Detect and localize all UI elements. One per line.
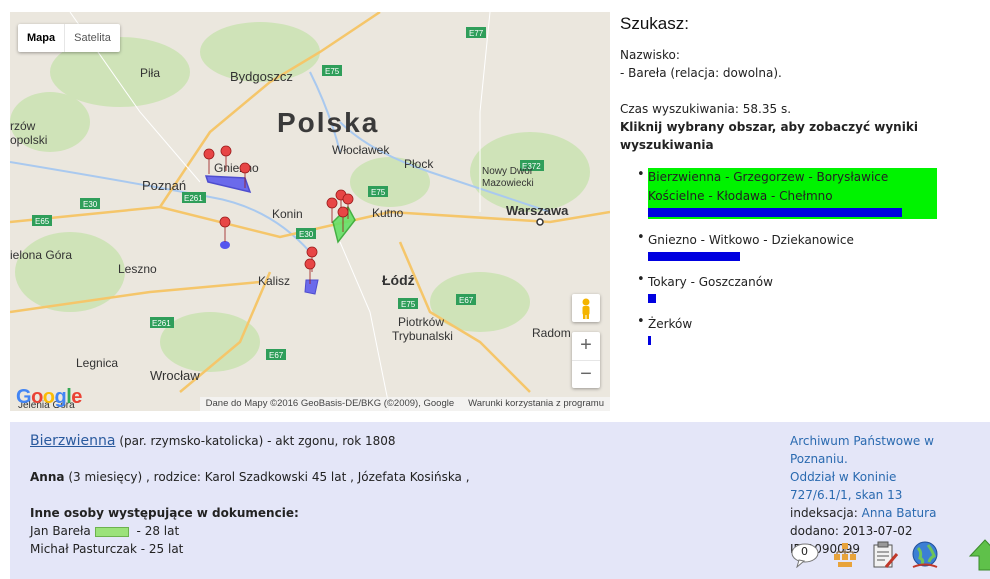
country-label: Polska bbox=[277, 107, 379, 138]
map-attribution: Dane do Mapy ©2016 GeoBasis-DE/BKG (©200… bbox=[199, 397, 610, 411]
indexing: indeksacja: Anna Batura bbox=[790, 504, 990, 522]
highlight-bar bbox=[94, 526, 129, 537]
comments-button[interactable]: 0 bbox=[790, 542, 820, 569]
google-logo: Google bbox=[16, 386, 82, 408]
result-item[interactable]: Bierzwienna - Grzegorzew - Borysławice K… bbox=[637, 167, 980, 219]
road-label-e67: E67 bbox=[459, 296, 474, 305]
search-panel: Szukasz: Nazwisko: - Bareła (relacja: do… bbox=[620, 14, 980, 357]
indexing-label: indeksacja: bbox=[790, 506, 858, 520]
city-label: Konin bbox=[272, 207, 303, 221]
record-description: (par. rzymsko-katolicka) - akt zgonu, ro… bbox=[119, 434, 396, 448]
record-person: Anna (3 miesięcy) , rodzice: Karol Szadk… bbox=[30, 468, 730, 486]
result-item[interactable]: Żerków bbox=[637, 314, 980, 345]
search-title: Szukasz: bbox=[620, 14, 689, 33]
result-label[interactable]: Bierzwienna - Grzegorzew - Borysławice K… bbox=[648, 168, 937, 206]
archive-branch[interactable]: Oddział w Koninie bbox=[790, 468, 990, 486]
city-label: Warszawa bbox=[506, 203, 569, 218]
city-label: Kalisz bbox=[258, 274, 290, 288]
city-label: Poznań bbox=[142, 178, 186, 193]
city-label: opolski bbox=[10, 133, 47, 147]
city-label: Radom bbox=[532, 326, 571, 340]
city-label: Piotrków bbox=[398, 315, 444, 329]
zoom-out-button[interactable]: − bbox=[572, 360, 600, 389]
road-label-e30: E30 bbox=[83, 200, 98, 209]
result-bar bbox=[648, 252, 740, 261]
city-label: Mazowiecki bbox=[482, 178, 534, 189]
comment-count: 0 bbox=[801, 545, 808, 558]
arrow-up-icon[interactable] bbox=[968, 538, 990, 572]
indexing-person-link[interactable]: Anna Batura bbox=[862, 506, 937, 520]
archive-name[interactable]: Archiwum Państwowe w Poznaniu. bbox=[790, 432, 990, 468]
result-bar bbox=[648, 294, 656, 303]
result-item[interactable]: Gniezno - Witkowo - Dziekanowice bbox=[637, 230, 980, 261]
city-label: Włocławek bbox=[332, 143, 390, 157]
zoom-in-button[interactable]: + bbox=[572, 332, 600, 360]
record-card: Bierzwienna (par. rzymsko-katolicka) - a… bbox=[10, 422, 990, 579]
road-label-e75: E75 bbox=[401, 300, 416, 309]
map-attribution-text: Dane do Mapy ©2016 GeoBasis-DE/BKG (©200… bbox=[205, 398, 455, 409]
map-type-satellite-button[interactable]: Satelita bbox=[64, 24, 120, 52]
zoom-control: + − bbox=[572, 332, 600, 388]
road-label-e30: E30 bbox=[299, 230, 314, 239]
result-label[interactable]: Żerków bbox=[648, 315, 980, 334]
others-heading: Inne osoby występujące w dokumencie: bbox=[30, 506, 299, 520]
road-label-e77: E77 bbox=[469, 29, 484, 38]
instruction-text: Kliknij wybrany obszar, aby zobaczyć wyn… bbox=[620, 120, 918, 152]
city-label: Kutno bbox=[372, 206, 404, 220]
other-person: Jan Bareła - 28 lat bbox=[30, 522, 730, 540]
result-label[interactable]: Tokary - Goszczanów bbox=[648, 273, 980, 292]
map-canvas[interactable]: E77 E75 E75 E75 E30 E30 E261 E261 E65 E6… bbox=[10, 12, 610, 411]
road-label-e75: E75 bbox=[371, 188, 386, 197]
city-label: Płock bbox=[404, 157, 434, 171]
city-label: rzów bbox=[10, 119, 36, 133]
document-edit-icon[interactable] bbox=[870, 541, 898, 569]
city-label: Wrocław bbox=[150, 368, 200, 383]
other-person-name: Jan Bareła bbox=[30, 524, 91, 538]
other-person-age: - 28 lat bbox=[136, 524, 180, 538]
road-label-e261: E261 bbox=[184, 194, 203, 203]
city-label: Gniezno bbox=[214, 161, 259, 175]
result-item[interactable]: Tokary - Goszczanów bbox=[637, 272, 980, 303]
city-label: Bydgoszcz bbox=[230, 69, 293, 84]
city-label: Leszno bbox=[118, 262, 157, 276]
road-label-e67: E67 bbox=[269, 351, 284, 360]
results-list: Bierzwienna - Grzegorzew - Borysławice K… bbox=[637, 167, 980, 345]
result-bar bbox=[648, 336, 651, 345]
surname-value: - Bareła (relacja: dowolna). bbox=[620, 66, 782, 80]
capital-marker bbox=[536, 218, 544, 226]
result-bar bbox=[648, 208, 902, 217]
result-label[interactable]: Gniezno - Witkowo - Dziekanowice bbox=[648, 231, 980, 250]
road-label-e261: E261 bbox=[152, 319, 171, 328]
record-place-link[interactable]: Bierzwienna bbox=[30, 433, 116, 449]
record-details: Bierzwienna (par. rzymsko-katolicka) - a… bbox=[30, 432, 730, 558]
person-details: (3 miesięcy) , rodzice: Karol Szadkowski… bbox=[68, 470, 470, 484]
city-label: Trybunalski bbox=[392, 329, 453, 343]
pegman-icon bbox=[582, 298, 590, 319]
city-label: Piła bbox=[140, 66, 160, 80]
other-person: Michał Pasturczak - 25 lat bbox=[30, 542, 184, 556]
record-actions: 0 bbox=[790, 538, 990, 572]
street-view-pegman[interactable] bbox=[572, 294, 600, 322]
city-label: Łódź bbox=[382, 272, 415, 288]
search-time: Czas wyszukiwania: 58.35 s. bbox=[620, 102, 792, 116]
result-area-zerkow bbox=[220, 241, 230, 249]
surname-label: Nazwisko: bbox=[620, 48, 680, 62]
map-type-control: Mapa Satelita bbox=[18, 24, 120, 52]
map-type-map-button[interactable]: Mapa bbox=[18, 24, 64, 52]
map[interactable]: E77 E75 E75 E75 E30 E30 E261 E261 E65 E6… bbox=[10, 12, 610, 411]
family-tree-icon[interactable] bbox=[832, 542, 858, 568]
result-item-selected[interactable]: Bierzwienna - Grzegorzew - Borysławice K… bbox=[648, 168, 937, 219]
record-title: Bierzwienna (par. rzymsko-katolicka) - a… bbox=[30, 432, 730, 450]
city-label: Nowy Dwór bbox=[482, 166, 534, 177]
city-label: ielona Góra bbox=[10, 248, 72, 262]
archive-signature[interactable]: 727/6.1/1, skan 13 bbox=[790, 486, 990, 504]
road-label-e75: E75 bbox=[325, 67, 340, 76]
person-name: Anna bbox=[30, 470, 65, 484]
road-label-e65: E65 bbox=[35, 217, 50, 226]
globe-icon[interactable] bbox=[910, 540, 940, 570]
map-terms-link[interactable]: Warunki korzystania z programu bbox=[468, 397, 604, 411]
city-label: Legnica bbox=[76, 356, 118, 370]
